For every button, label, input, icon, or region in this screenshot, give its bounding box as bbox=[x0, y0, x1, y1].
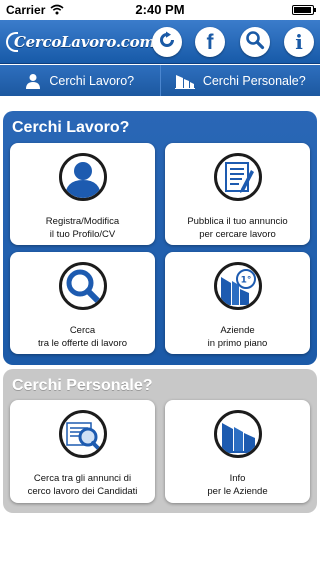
card-aziende-primo-piano[interactable]: 1° Aziende in primo piano bbox=[165, 252, 310, 354]
status-bar: Carrier 2:40 PM bbox=[0, 0, 320, 20]
tab-label: Cerchi Personale? bbox=[202, 73, 306, 88]
section-tabs: Cerchi Lavoro? Cerchi Personale? bbox=[0, 65, 320, 96]
card-label: Registra/Modifica il tuo Profilo/CV bbox=[45, 216, 120, 240]
card-label: Cerca tra le offerte di lavoro bbox=[37, 325, 128, 349]
group-cerchi-personale: Cerchi Personale? Cerca tra gli annunci … bbox=[3, 369, 317, 513]
card-label: Pubblica il tuo annuncio per cercare lav… bbox=[187, 216, 288, 240]
refresh-icon bbox=[158, 31, 176, 54]
search-icon bbox=[245, 30, 265, 55]
card-registra-profilo[interactable]: Registra/Modifica il tuo Profilo/CV bbox=[10, 143, 155, 245]
tab-label: Cerchi Lavoro? bbox=[49, 73, 135, 88]
logo-text: CercoLavoro.com bbox=[14, 33, 155, 51]
card-label: Aziende in primo piano bbox=[207, 325, 268, 349]
magnifier-icon bbox=[58, 262, 107, 310]
card-label: Info per le Aziende bbox=[207, 473, 268, 497]
card-cerca-candidati[interactable]: Cerca tra gli annunci di cerco lavoro de… bbox=[10, 400, 155, 503]
svg-text:1°: 1° bbox=[240, 276, 251, 286]
person-icon bbox=[25, 73, 41, 89]
facebook-icon: f bbox=[206, 30, 214, 54]
profile-icon bbox=[58, 153, 107, 201]
app-header: CercoLavoro.com f i bbox=[0, 20, 320, 64]
card-pubblica-annuncio[interactable]: Pubblica il tuo annuncio per cercare lav… bbox=[165, 143, 310, 245]
info-button[interactable]: i bbox=[284, 27, 314, 57]
document-pencil-icon bbox=[213, 153, 262, 201]
group-title: Cerchi Lavoro? bbox=[12, 119, 130, 136]
search-button[interactable] bbox=[240, 27, 270, 57]
battery-icon bbox=[292, 5, 316, 15]
group-cerchi-lavoro: Cerchi Lavoro? Registra/Modifica il tuo … bbox=[3, 111, 317, 365]
card-cerca-offerte[interactable]: Cerca tra le offerte di lavoro bbox=[10, 252, 155, 354]
refresh-button[interactable] bbox=[152, 27, 182, 57]
buildings-info-icon bbox=[213, 410, 262, 458]
search-resumes-icon bbox=[58, 410, 107, 458]
info-icon: i bbox=[295, 30, 303, 54]
company-badge-icon: 1° bbox=[213, 262, 262, 310]
tab-cerchi-lavoro[interactable]: Cerchi Lavoro? bbox=[0, 65, 160, 96]
card-label: Cerca tra gli annunci di cerco lavoro de… bbox=[27, 473, 138, 497]
card-info-aziende[interactable]: Info per le Aziende bbox=[165, 400, 310, 503]
tab-cerchi-personale[interactable]: Cerchi Personale? bbox=[159, 65, 320, 96]
group-title: Cerchi Personale? bbox=[12, 377, 153, 394]
facebook-button[interactable]: f bbox=[195, 27, 225, 57]
clock: 2:40 PM bbox=[135, 2, 185, 17]
cercolavoro-logo[interactable]: CercoLavoro.com bbox=[6, 30, 155, 54]
buildings-icon bbox=[174, 73, 195, 89]
